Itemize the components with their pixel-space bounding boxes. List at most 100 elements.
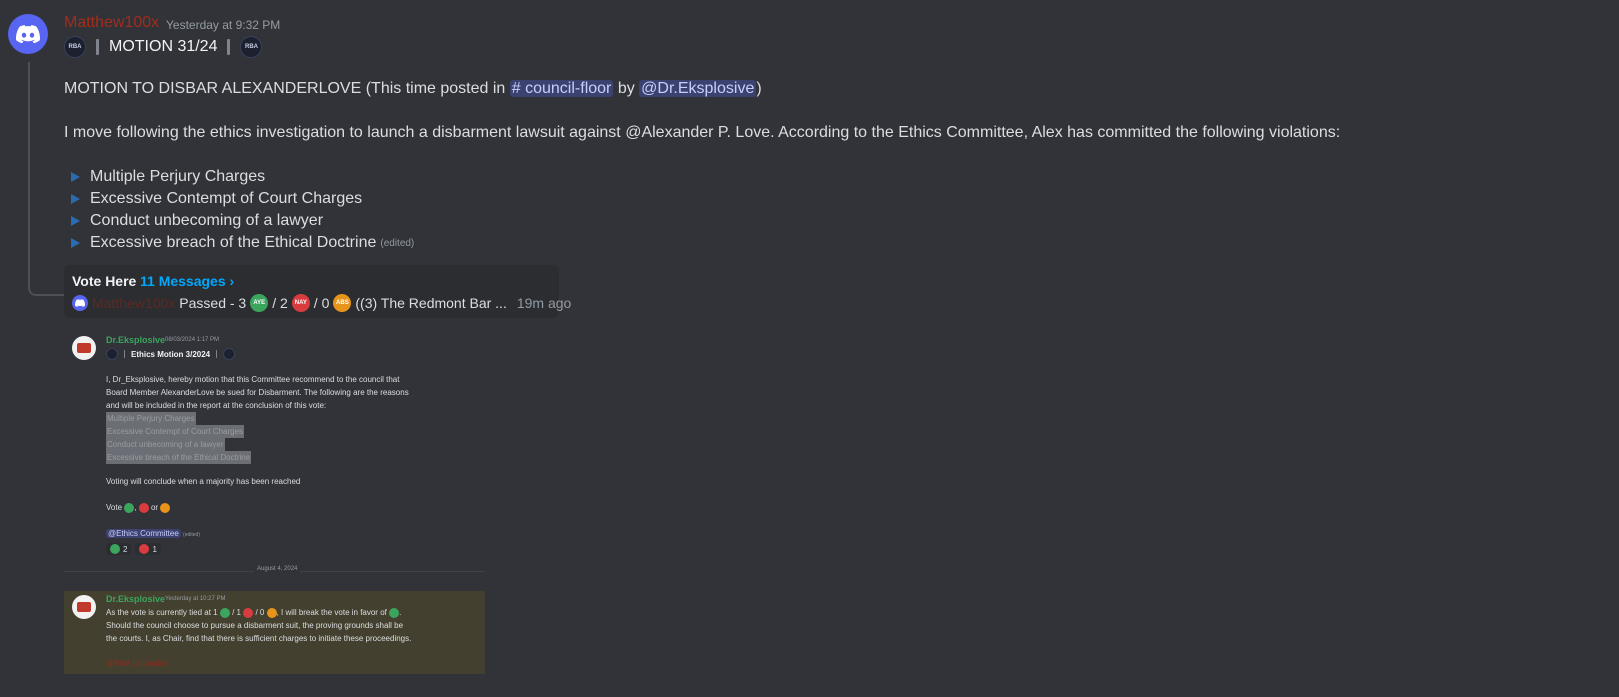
- abstain-emoji-icon: ABS: [333, 294, 352, 312]
- body-segment: / 1: [232, 608, 241, 617]
- role-mention: @RBA Councilor: [106, 659, 167, 668]
- reaction-nay: 1: [135, 543, 161, 555]
- embedded-second-body: As the vote is currently tied at 1 / 1 /…: [106, 606, 411, 645]
- embedded-body: I, Dr_Eksplosive, hereby motion that thi…: [106, 373, 409, 464]
- embedded-list-item: Multiple Perjury Charges: [106, 412, 196, 425]
- attached-screenshot[interactable]: Dr.Eksplosive 08/03/2024 1:17 PM Ethics …: [64, 326, 485, 674]
- embedded-body-line: Should the council choose to pursue a di…: [106, 621, 404, 630]
- embedded-body-line: the courts. I, as Chair, find that there…: [106, 634, 412, 643]
- nay-emoji-icon: [138, 502, 149, 513]
- embedded-username: Dr.Eksplosive: [106, 594, 166, 604]
- embedded-body-line: and will be included in the report at th…: [106, 401, 327, 410]
- thread-age: 19m ago: [516, 295, 572, 311]
- thread-status-suffix: ((3) The Redmont Bar ...: [355, 295, 507, 311]
- body-segment: .: [399, 608, 402, 617]
- thread-title[interactable]: Vote Here: [72, 273, 136, 289]
- avatar-emblem-icon: [77, 602, 91, 612]
- body-segment: As the vote is currently tied at 1: [106, 608, 218, 617]
- embedded-reactions: 2 1: [106, 543, 161, 555]
- embedded-role-line: @Ethics Committee (edited): [106, 527, 200, 542]
- discord-logo-icon: [75, 299, 85, 307]
- user-mention[interactable]: @Dr.Eksplosive: [639, 80, 757, 97]
- reaction-aye: 2: [106, 543, 132, 555]
- reaction-count: 1: [152, 544, 157, 554]
- edited-label: (edited): [183, 532, 200, 538]
- list-item-text: Multiple Perjury Charges: [90, 168, 266, 185]
- bullet-arrow-icon: [71, 216, 80, 226]
- rba-emoji-icon: RBA: [240, 36, 263, 58]
- eksplosive-avatar: [72, 595, 96, 619]
- aye-emoji-icon: [389, 607, 400, 618]
- bullet-arrow-icon: [71, 194, 80, 204]
- bullet-arrow-icon: [71, 172, 80, 182]
- embedded-title: Ethics Motion 3/2024: [131, 349, 211, 359]
- thread-preview-card[interactable]: Vote Here 11 Messages › Matthew100x Pass…: [64, 265, 571, 318]
- body-segment: , I will break the vote in favor of: [276, 608, 387, 617]
- avatar-emblem-icon: [77, 343, 91, 353]
- thread-status-sep: / 2: [272, 295, 288, 311]
- aye-emoji-icon: [124, 502, 135, 513]
- vote-prefix: Vote: [106, 503, 123, 512]
- embedded-voting-note: Voting will conclude when a majority has…: [106, 477, 301, 486]
- thread-message-count[interactable]: 11 Messages ›: [140, 273, 234, 289]
- rba-emoji-icon: [106, 348, 118, 360]
- list-item-text: Conduct unbecoming of a lawyer: [90, 212, 324, 229]
- nay-emoji-icon: [243, 607, 254, 618]
- title-divider: [216, 350, 218, 358]
- list-item: Excessive Contempt of Court Charges: [64, 188, 414, 210]
- embedded-body-line: I, Dr_Eksplosive, hereby motion that thi…: [106, 375, 400, 384]
- title-divider: [124, 350, 125, 358]
- body-segment: / 0: [255, 608, 265, 617]
- nay-emoji-icon: [139, 544, 150, 554]
- aye-emoji-icon: AYE: [250, 294, 269, 312]
- title-divider: [96, 39, 99, 55]
- list-item-text: Excessive breach of the Ethical Doctrine: [90, 234, 377, 251]
- embedded-timestamp: Yesterday at 10:27 PM: [165, 596, 226, 602]
- vote-or: or: [150, 503, 159, 512]
- rba-emoji-icon: RBA: [64, 36, 86, 58]
- embedded-username: Dr.Eksplosive: [106, 335, 166, 345]
- motion-heading-suffix: ): [756, 80, 762, 97]
- thread-author: Matthew100x: [92, 295, 176, 311]
- reaction-count: 2: [123, 544, 128, 554]
- aye-emoji-icon: [110, 544, 120, 554]
- date-divider: August 4, 2024: [254, 566, 301, 572]
- aye-emoji-icon: [219, 607, 230, 618]
- message-username[interactable]: Matthew100x: [64, 14, 159, 32]
- bullet-arrow-icon: [71, 238, 80, 248]
- eksplosive-avatar: [72, 336, 96, 360]
- discord-avatar-small: [72, 295, 88, 311]
- embedded-list-item: Excessive breach of the Ethical Doctrine: [106, 451, 252, 464]
- violations-list: Multiple Perjury Charges Excessive Conte…: [64, 166, 414, 254]
- motion-title: MOTION 31/24: [109, 38, 218, 55]
- embedded-second-message: Dr.Eksplosive Yesterday at 10:27 PM As t…: [64, 591, 485, 674]
- message-timestamp: Yesterday at 9:32 PM: [166, 18, 281, 32]
- nay-emoji-icon: NAY: [291, 294, 310, 312]
- discord-avatar[interactable]: [8, 14, 48, 54]
- thread-connector-line: [28, 62, 64, 296]
- embedded-body-line: Board Member AlexanderLove be sued for D…: [106, 388, 409, 397]
- vote-comma: ,: [134, 503, 137, 512]
- list-item: Multiple Perjury Charges: [64, 166, 414, 188]
- list-item: Conduct unbecoming of a lawyer: [64, 210, 414, 232]
- role-mention: @Ethics Committee: [106, 529, 181, 538]
- motion-body-text: I move following the ethics investigatio…: [64, 124, 1341, 141]
- discord-logo-icon: [16, 25, 40, 43]
- motion-title-line: RBA MOTION 31/24 RBA: [64, 36, 263, 58]
- embedded-timestamp: 08/03/2024 1:17 PM: [165, 337, 220, 343]
- abstain-emoji-icon: [160, 502, 171, 513]
- channel-mention[interactable]: # council-floor: [509, 80, 614, 97]
- thread-status-prefix: Passed - 3: [179, 295, 247, 311]
- thread-last-message[interactable]: Matthew100x Passed - 3 AYE / 2 NAY / 0 A…: [72, 293, 571, 313]
- list-item-text: Excessive Contempt of Court Charges: [90, 190, 363, 207]
- embedded-title-line: Ethics Motion 3/2024: [106, 348, 236, 360]
- motion-heading-mid: by: [613, 80, 640, 97]
- embedded-vote-line: Vote , or: [106, 501, 171, 514]
- embedded-list-item: Excessive Contempt of Court Charges: [106, 425, 245, 438]
- motion-heading-line: MOTION TO DISBAR ALEXANDERLOVE (This tim…: [64, 80, 762, 98]
- list-item: Excessive breach of the Ethical Doctrine…: [64, 232, 414, 254]
- thread-status-sep: / 0: [313, 295, 330, 311]
- motion-heading-prefix: MOTION TO DISBAR ALEXANDERLOVE (This tim…: [64, 80, 510, 97]
- embedded-list-item: Conduct unbecoming of a lawyer: [106, 438, 225, 451]
- edited-label: (edited): [380, 237, 415, 249]
